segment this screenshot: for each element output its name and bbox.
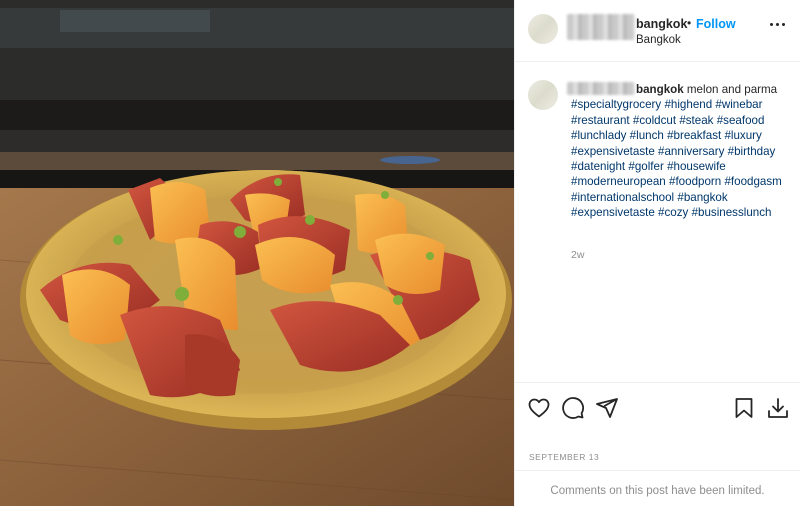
hashtag-link[interactable]: #internationalschool bbox=[571, 191, 674, 204]
follow-button[interactable]: Follow bbox=[696, 17, 736, 31]
hashtag-link[interactable]: #lunch bbox=[630, 129, 664, 142]
avatar[interactable] bbox=[528, 14, 558, 44]
download-icon[interactable] bbox=[766, 396, 790, 420]
caption-username[interactable]: bangkok bbox=[571, 83, 684, 96]
caption-section: bangkok melon and parma #specialtygrocer… bbox=[515, 63, 800, 381]
hashtag-link[interactable]: #bangkok bbox=[677, 191, 727, 204]
hashtag-link[interactable]: #businesslunch bbox=[692, 206, 772, 219]
more-options-icon[interactable] bbox=[770, 22, 786, 28]
hashtag-link[interactable]: #coldcut bbox=[633, 114, 676, 127]
caption-plain-text: melon and parma bbox=[683, 83, 778, 96]
caption-avatar[interactable] bbox=[528, 80, 558, 110]
post-location[interactable]: Bangkok bbox=[636, 34, 681, 46]
bookmark-icon[interactable] bbox=[732, 396, 756, 420]
hashtag-link[interactable]: #lunchlady bbox=[571, 129, 626, 142]
separator-dot: • bbox=[687, 16, 692, 30]
post-header: bangkok • Follow Bangkok bbox=[515, 0, 800, 62]
hashtag-link[interactable]: #highend bbox=[664, 98, 712, 111]
caption-text: bangkok melon and parma #specialtygrocer… bbox=[571, 82, 793, 221]
hashtag-link[interactable]: #foodporn bbox=[669, 175, 721, 188]
heart-icon[interactable] bbox=[527, 396, 551, 420]
hashtag-link[interactable]: #breakfast bbox=[667, 129, 721, 142]
post-date[interactable]: SEPTEMBER 13 bbox=[529, 452, 599, 462]
hashtag-link[interactable]: #seafood bbox=[717, 114, 765, 127]
hashtag-link[interactable]: #luxury bbox=[724, 129, 761, 142]
hashtag-link[interactable]: #steak bbox=[679, 114, 713, 127]
hashtag-link[interactable]: #housewife bbox=[667, 160, 726, 173]
post-username[interactable]: bangkok bbox=[636, 17, 687, 31]
hashtag-link[interactable]: #winebar bbox=[715, 98, 762, 111]
food-photo-illustration bbox=[0, 0, 514, 506]
hashtag-link[interactable]: #expensivetaste bbox=[571, 206, 655, 219]
hashtag-link[interactable]: #birthday bbox=[728, 145, 776, 158]
share-icon[interactable] bbox=[595, 396, 619, 420]
comments-limited-notice: Comments on this post have been limited. bbox=[515, 470, 800, 506]
hashtag-link[interactable]: #expensivetaste bbox=[571, 145, 655, 158]
hashtag-link[interactable]: #golfer bbox=[628, 160, 663, 173]
hashtag-link[interactable]: #datenight bbox=[571, 160, 625, 173]
hashtag-link[interactable]: #moderneuropean bbox=[571, 175, 666, 188]
action-bar bbox=[515, 382, 800, 432]
post-photo[interactable] bbox=[0, 0, 514, 506]
hashtag-link[interactable]: #anniversary bbox=[658, 145, 724, 158]
hashtag-link[interactable]: #cozy bbox=[658, 206, 688, 219]
post-side-panel: bangkok • Follow Bangkok bangkok melon a… bbox=[514, 0, 800, 506]
comment-icon[interactable] bbox=[561, 396, 585, 420]
caption-timestamp[interactable]: 2w bbox=[571, 249, 584, 261]
blurred-username bbox=[567, 14, 635, 40]
hashtag-link[interactable]: #foodgasm bbox=[724, 175, 781, 188]
hashtag-link[interactable]: #specialtygrocery bbox=[571, 98, 661, 111]
hashtag-link[interactable]: #restaurant bbox=[571, 114, 630, 127]
